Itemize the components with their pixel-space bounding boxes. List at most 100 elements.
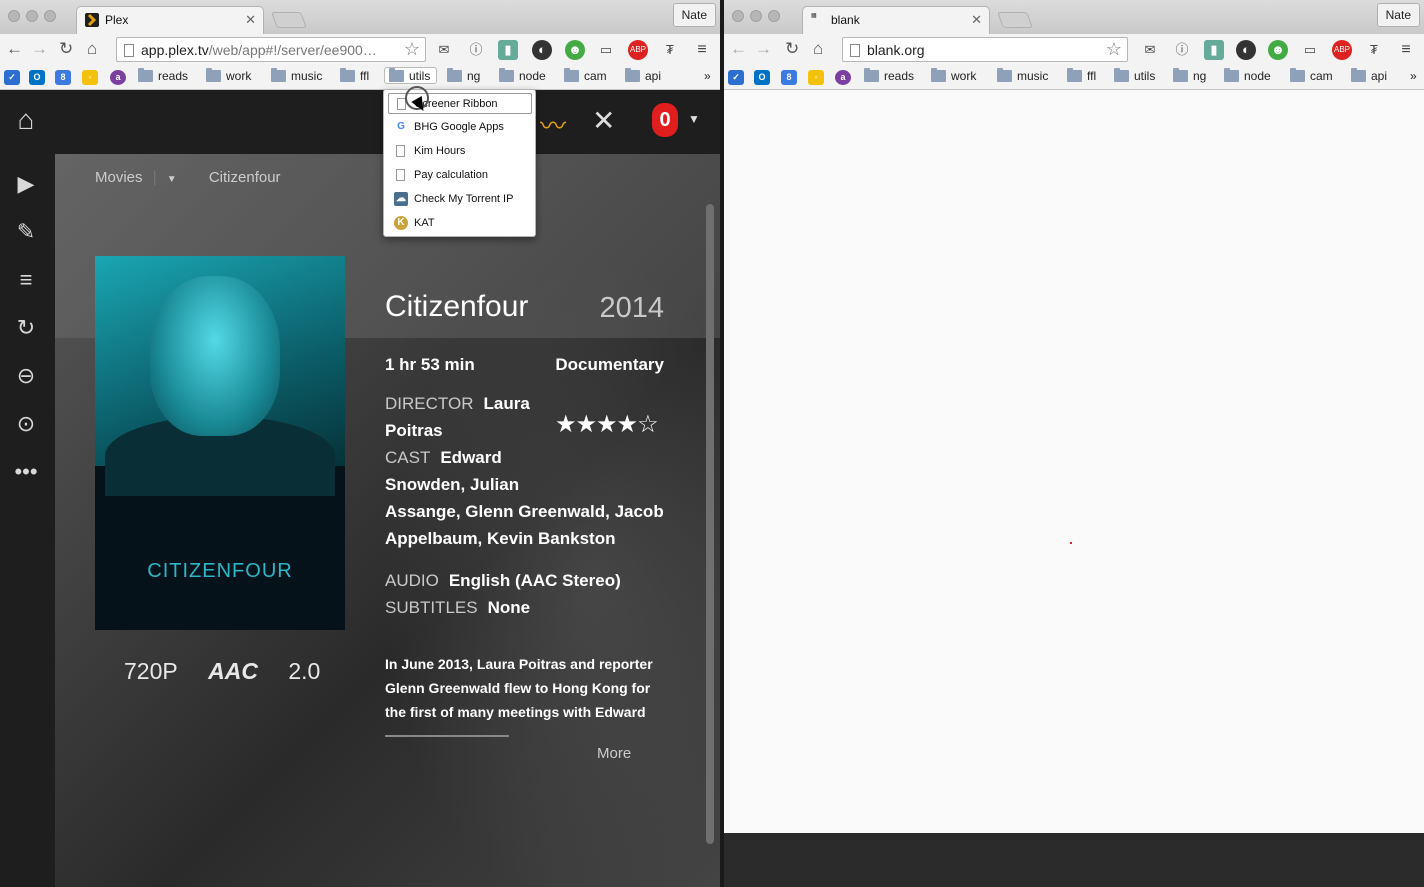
bookmark-ffl[interactable]: ffl (1067, 68, 1096, 86)
app-icon[interactable]: a (835, 70, 851, 85)
frog-extension-icon[interactable]: ☻ (1268, 40, 1288, 60)
new-tab-button[interactable] (997, 12, 1033, 28)
extension-badge-icon[interactable]: ◐ (1236, 40, 1256, 60)
cast-names[interactable]: Edward (440, 448, 501, 467)
bookmarks-overflow-button[interactable]: » (1390, 69, 1417, 86)
extension-badge-icon[interactable]: ◐ (532, 40, 552, 60)
menu-item-pay-calculation[interactable]: Pay calculation (388, 165, 532, 186)
menu-icon[interactable]: ≡ (1396, 40, 1416, 60)
extension-icon[interactable]: ▮ (498, 40, 518, 60)
window-controls[interactable] (8, 9, 62, 27)
bookmark-ng[interactable]: ng (447, 68, 480, 86)
inbox-icon[interactable]: ✓ (4, 70, 20, 85)
mail-icon[interactable]: ✉ (1140, 40, 1160, 60)
address-bar[interactable]: blank.org ☆ (842, 37, 1128, 62)
adblock-icon[interactable]: ABP (1332, 40, 1352, 60)
calendar-icon[interactable]: 8 (55, 70, 71, 85)
bookmark-work[interactable]: work (931, 68, 976, 86)
breadcrumb-movies[interactable]: Movies (95, 169, 143, 186)
bookmark-cam[interactable]: cam (564, 68, 607, 86)
forward-icon[interactable]: → (755, 40, 772, 58)
menu-item-check-my-torrent-ip[interactable]: ☁ Check My Torrent IP (388, 189, 532, 210)
calendar-icon[interactable]: 8 (781, 70, 797, 85)
bookmark-utils[interactable]: utils (384, 67, 438, 84)
bookmark-utils[interactable]: utils (1114, 68, 1155, 86)
menu-item-kat[interactable]: K KAT (388, 213, 532, 234)
back-icon[interactable]: ← (6, 40, 23, 58)
movie-poster[interactable]: CITIZENFOUR (95, 256, 345, 630)
close-tab-icon[interactable]: ✕ (245, 12, 256, 28)
bookmark-api[interactable]: api (625, 68, 661, 86)
cast-names[interactable]: Assange, Glenn Greenwald, Jacob (385, 502, 664, 521)
bookmark-music[interactable]: music (271, 68, 322, 86)
bookmark-cam[interactable]: cam (1290, 68, 1333, 86)
torrent-extension-icon[interactable]: ₮ (660, 40, 680, 60)
reload-icon[interactable]: ↻ (785, 40, 799, 58)
scrollbar[interactable] (706, 204, 714, 844)
chevron-down-icon[interactable]: ▼ (167, 174, 177, 185)
home-icon[interactable]: ⌂ (813, 40, 823, 58)
user-avatar[interactable]: 0 (652, 103, 678, 137)
more-button[interactable]: More (597, 745, 631, 762)
bookmarks-overflow-button[interactable]: » (684, 69, 711, 86)
remove-icon[interactable]: ⊖ (12, 362, 40, 390)
bookmark-ng[interactable]: ng (1173, 68, 1206, 86)
frog-extension-icon[interactable]: ☻ (565, 40, 585, 60)
keep-icon[interactable]: ◦ (82, 70, 98, 85)
chevron-down-icon[interactable]: ▼ (688, 112, 700, 126)
tab-blank[interactable]: ▦ blank ✕ (802, 6, 990, 34)
close-tab-icon[interactable]: ✕ (971, 12, 982, 28)
window-controls[interactable] (732, 9, 786, 27)
mail-icon[interactable]: ✉ (434, 40, 454, 60)
new-tab-button[interactable] (271, 12, 307, 28)
bookmark-api[interactable]: api (1351, 68, 1387, 86)
cast-icon[interactable]: ▭ (1300, 40, 1320, 60)
profile-button[interactable]: Nate (672, 3, 716, 27)
edit-icon[interactable]: ✎ (12, 218, 40, 246)
tab-plex[interactable]: Plex ✕ (76, 6, 264, 34)
bookmark-work[interactable]: work (206, 68, 251, 86)
menu-item-kim-hours[interactable]: Kim Hours (388, 141, 532, 162)
bookmark-ffl[interactable]: ffl (340, 68, 369, 86)
subtitles-row[interactable]: SUBTITLES None (385, 594, 685, 621)
activity-icon[interactable]: 〰 (540, 106, 566, 143)
menu-item-bhg-google-apps[interactable]: G BHG Google Apps (388, 117, 532, 138)
extension-icon[interactable]: ▮ (1204, 40, 1224, 60)
app-icon[interactable]: a (110, 70, 126, 85)
home-icon[interactable]: ⌂ (12, 106, 40, 134)
reload-icon[interactable]: ↻ (59, 40, 73, 58)
cast-names[interactable]: Appelbaum, Kevin Bankston (385, 529, 615, 548)
cast-names[interactable]: Snowden, Julian (385, 475, 519, 494)
back-icon[interactable]: ← (730, 40, 747, 58)
add-to-playlist-icon[interactable]: ≡ (12, 266, 40, 294)
bookmark-node[interactable]: node (1224, 68, 1271, 86)
forward-icon[interactable]: → (31, 40, 48, 58)
settings-icon[interactable]: ✕ (592, 104, 615, 137)
director-name[interactable]: Laura (483, 394, 529, 413)
keep-icon[interactable]: ◦ (808, 70, 824, 85)
adblock-icon[interactable]: ABP (628, 40, 648, 60)
play-icon[interactable]: ▶ (12, 170, 40, 198)
refresh-icon[interactable]: ↻ (12, 314, 40, 342)
bookmark-star-icon[interactable]: ☆ (1106, 39, 1122, 60)
audio-row[interactable]: AUDIO English (AAC Stereo) (385, 567, 685, 594)
bookmark-star-icon[interactable]: ☆ (404, 39, 420, 60)
outlook-icon[interactable]: O (29, 70, 45, 85)
bookmark-node[interactable]: node (499, 68, 546, 86)
torrent-extension-icon[interactable]: ₮ (1364, 40, 1384, 60)
bookmark-reads[interactable]: reads (864, 68, 914, 86)
bookmark-reads[interactable]: reads (138, 68, 188, 86)
info-icon[interactable]: ⓘ (466, 40, 486, 60)
info-icon[interactable]: ⓘ (1172, 40, 1192, 60)
cast-icon[interactable]: ▭ (596, 40, 616, 60)
download-icon[interactable]: ⊙ (12, 410, 40, 438)
more-icon[interactable]: ••• (12, 458, 40, 486)
address-bar[interactable]: app.plex.tv/web/app#!/server/ee900… ☆ (116, 37, 426, 62)
bookmark-music[interactable]: music (997, 68, 1048, 86)
director-name-cont[interactable]: Poitras (385, 421, 443, 440)
home-icon[interactable]: ⌂ (87, 40, 97, 58)
menu-icon[interactable]: ≡ (692, 40, 712, 60)
star-rating[interactable]: ★★★★☆ (555, 410, 659, 439)
profile-button[interactable]: Nate (1376, 3, 1420, 27)
inbox-icon[interactable]: ✓ (728, 70, 744, 85)
